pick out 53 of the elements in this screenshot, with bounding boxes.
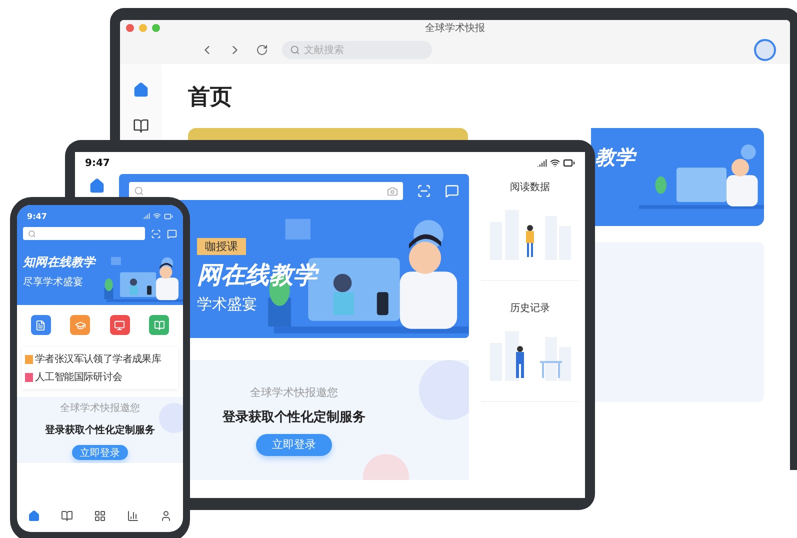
banner-subtitle: 尽享学术盛宴 (23, 276, 84, 289)
search-icon (290, 45, 300, 55)
search-field[interactable]: 文献搜索 (282, 41, 432, 59)
search-icon (28, 230, 36, 238)
card-title: 历史记录 (510, 302, 550, 315)
banner-card[interactable]: 教学 (591, 128, 764, 226)
avatar[interactable] (754, 39, 776, 61)
message-button[interactable] (445, 184, 459, 198)
invite-caption: 全球学术快报邀您 (250, 384, 338, 400)
maximize-button[interactable] (152, 24, 160, 32)
battery-icon (164, 212, 173, 220)
news-text[interactable]: 人工智能国际研讨会 (35, 370, 122, 384)
camera-icon[interactable] (387, 186, 398, 196)
search-field[interactable] (129, 182, 403, 200)
side-card[interactable]: 历史记录 (481, 295, 579, 402)
news-text[interactable]: 学者张汉军认领了学者成果库 (35, 352, 162, 366)
battery-icon (563, 157, 575, 169)
home-icon[interactable] (89, 178, 105, 194)
banner-title: 教学 (595, 144, 635, 170)
signal-icon (142, 212, 150, 220)
tab-bar-chart-icon[interactable] (127, 510, 140, 522)
search-field[interactable] (23, 227, 145, 240)
wifi-icon (550, 158, 560, 168)
scan-button[interactable] (151, 228, 161, 238)
banner-title: 知网在线教学 (23, 254, 98, 271)
reload-icon[interactable] (256, 44, 268, 56)
side-card[interactable]: 阅读数据 (481, 174, 579, 281)
shortcut-document-icon[interactable] (30, 315, 51, 335)
scan-button[interactable] (417, 184, 431, 198)
sidebar-home-icon[interactable] (133, 82, 149, 98)
signal-icon (537, 158, 547, 168)
card-title: 阅读数据 (510, 180, 550, 194)
tab-person-icon[interactable] (160, 510, 172, 522)
invite-headline: 登录获取个性化定制服务 (45, 423, 155, 436)
tab-book-icon[interactable] (60, 510, 73, 522)
tab-home-icon[interactable] (28, 510, 40, 522)
search-icon (134, 186, 144, 196)
window-title: 全球学术快报 (425, 22, 485, 35)
shortcut-monitor-icon[interactable] (110, 315, 130, 335)
page-title: 首页 (188, 84, 233, 112)
invite-caption: 全球学术快报邀您 (60, 402, 140, 414)
status-time: 9:47 (85, 158, 110, 168)
banner-tag: 咖授课 (197, 238, 246, 255)
status-time: 9:47 (27, 212, 47, 220)
shortcut-graduation-cap-icon[interactable] (70, 315, 90, 335)
wifi-icon (153, 212, 161, 220)
tab-grid-icon[interactable] (94, 510, 106, 522)
banner-subtitle: 学术盛宴 (197, 295, 258, 314)
shortcut-book-icon[interactable] (149, 315, 170, 335)
sidebar-book-icon[interactable] (133, 118, 149, 134)
close-button[interactable] (126, 24, 134, 32)
invite-headline: 登录获取个性化定制服务 (222, 408, 366, 426)
message-button[interactable] (167, 228, 177, 238)
